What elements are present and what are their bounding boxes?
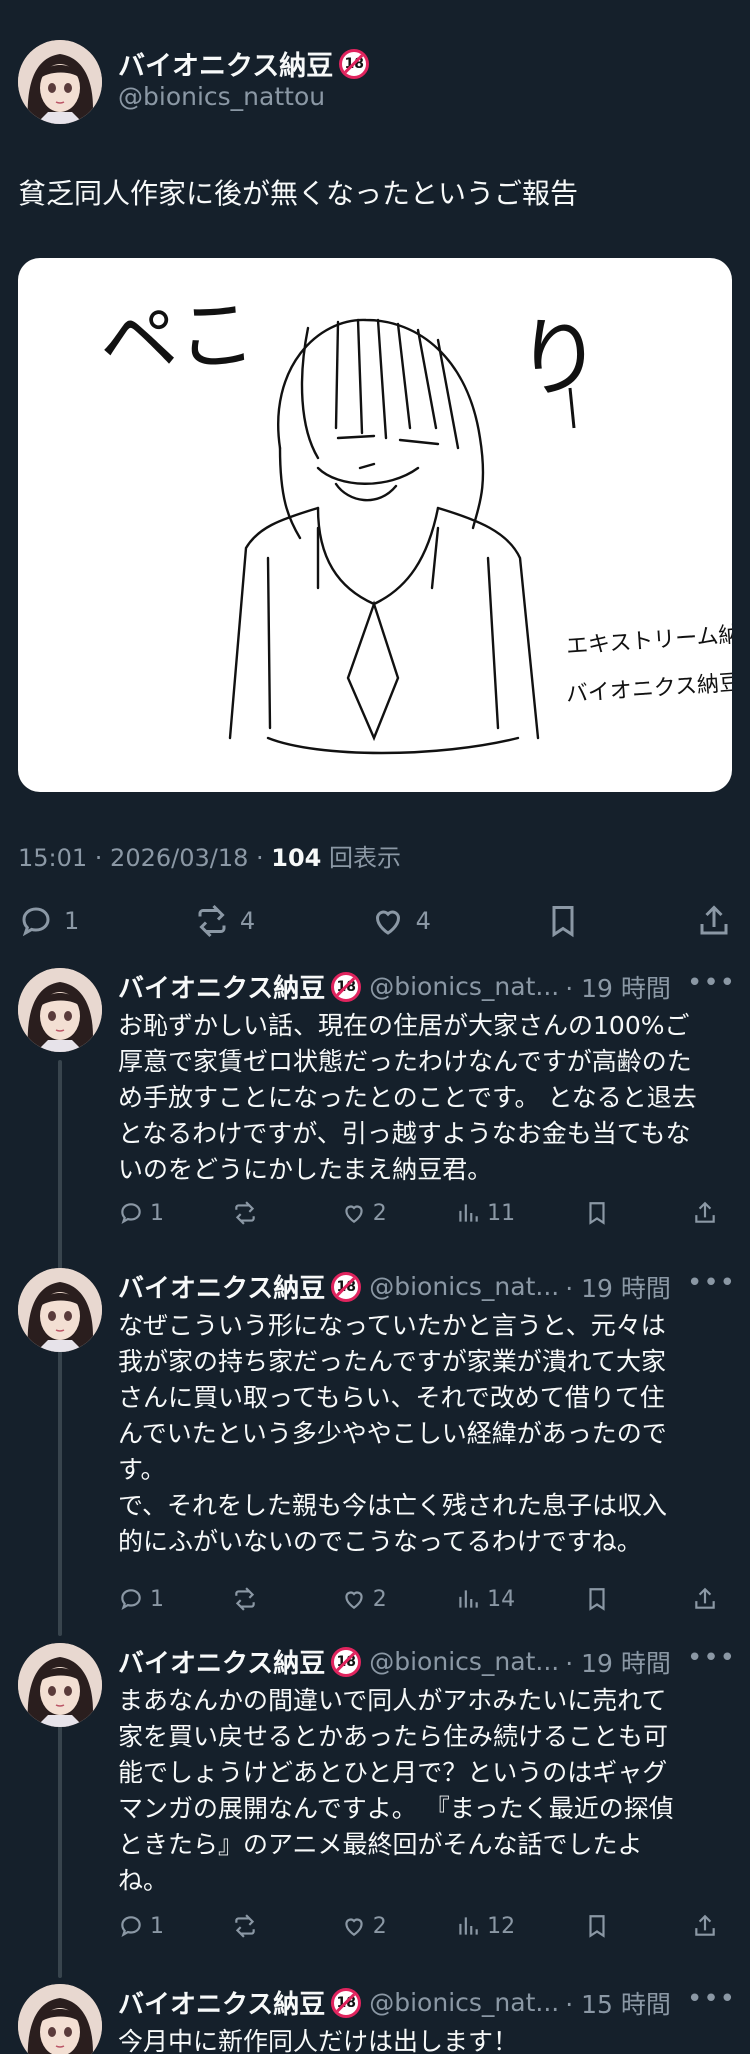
reply-time[interactable]: · 19 時間 — [565, 1644, 671, 1680]
views-icon — [459, 1204, 478, 1222]
retweet-button[interactable] — [232, 1586, 272, 1612]
share-icon — [700, 905, 728, 935]
reply-time[interactable]: · 19 時間 — [565, 969, 671, 1005]
more-options-button[interactable]: ••• — [687, 968, 736, 998]
retweet-icon — [198, 904, 226, 938]
reply-text: なぜこういう形になっていたかと言うと、元々は 我が家の持ち家だったんですが家業が… — [118, 1311, 668, 1556]
tweet-meta: 15:01 · 2026/03/18 · 104 回表示 — [18, 844, 402, 872]
reply-header: バイオニクス納豆 18 @bionics_nat... · 19 時間 — [118, 1643, 738, 1680]
retweet-icon — [235, 1587, 256, 1611]
reply-avatar[interactable] — [18, 1643, 102, 1727]
reply-button[interactable]: 1 — [118, 1586, 164, 1612]
bookmark-icon — [588, 1915, 605, 1938]
credit-line-2: バイオニクス納豆 — [565, 670, 732, 707]
adult-badge-icon: 18 — [331, 1271, 362, 1302]
retweet-icon — [235, 1914, 256, 1938]
reply-icon — [121, 1916, 141, 1938]
reply-header: バイオニクス納豆 18 @bionics_nat... · 19 時間 — [118, 968, 738, 1005]
share-icon — [695, 1587, 715, 1609]
reply-text: まあなんかの間違いで同人がアホみたいに売れて 家を買い戻せるとかあったら住み続け… — [118, 1686, 674, 1895]
reply-avatar[interactable] — [18, 968, 102, 1052]
share-icon — [695, 1201, 715, 1223]
bookmark-icon — [552, 906, 574, 938]
bookmark-button[interactable] — [584, 1200, 624, 1226]
reply-actions: 1 2 14 — [118, 1586, 732, 1612]
reply-header: バイオニクス納豆 18 @bionics_nat... · 15 時間 — [118, 1984, 738, 2021]
views-button[interactable]: 12 — [455, 1913, 515, 1939]
author-avatar[interactable] — [18, 40, 102, 124]
view-count: 104 — [271, 844, 322, 872]
thread-line — [58, 1712, 62, 1978]
share-button[interactable] — [692, 1200, 732, 1226]
heart-icon — [345, 1918, 363, 1936]
like-button[interactable]: 4 — [370, 903, 431, 939]
like-button[interactable]: 2 — [341, 1913, 387, 1939]
reply-text: お恥ずかしい話、現在の住居が大家さんの100%ご 厚意で家賃ゼロ状態だったわけな… — [118, 1011, 697, 1184]
reply-avatar[interactable] — [18, 1984, 102, 2054]
share-button[interactable] — [692, 1586, 732, 1612]
reply-time[interactable]: · 19 時間 — [565, 1269, 671, 1305]
bookmark-icon — [588, 1588, 605, 1611]
bookmark-button[interactable] — [545, 903, 581, 939]
reply-author-handle[interactable]: @bionics_nat... — [369, 1988, 559, 2017]
views-icon — [459, 1590, 478, 1608]
more-options-button[interactable]: ••• — [687, 1268, 736, 1298]
views-icon — [459, 1917, 478, 1935]
tweet-actions: 1 4 4 — [18, 896, 732, 946]
tweet-image[interactable]: ペこ り エキストリーム納豆 バイオニクス納豆 — [18, 258, 732, 792]
more-options-button[interactable]: ••• — [687, 1984, 736, 2014]
retweet-icon — [235, 1201, 256, 1225]
reply-icon — [121, 1589, 141, 1611]
reply-avatar[interactable] — [18, 1268, 102, 1352]
share-button[interactable] — [696, 903, 732, 939]
reply-icon — [121, 1203, 141, 1225]
reply-author-name[interactable]: バイオニクス納豆 — [118, 968, 325, 1005]
views-button[interactable]: 11 — [455, 1200, 515, 1226]
author-handle[interactable]: @bionics_nattou — [118, 82, 325, 111]
reply-author-handle[interactable]: @bionics_nat... — [369, 972, 559, 1001]
reply-time[interactable]: · 15 時間 — [565, 1985, 671, 2021]
reply-author-name[interactable]: バイオニクス納豆 — [118, 1268, 325, 1305]
like-button[interactable]: 2 — [341, 1200, 387, 1226]
reply-author-handle[interactable]: @bionics_nat... — [369, 1272, 559, 1301]
adult-badge-icon: 18 — [331, 1646, 362, 1677]
more-options-button[interactable]: ••• — [687, 1643, 736, 1673]
sfx-peko: ペこ — [97, 289, 259, 390]
reply-author-name[interactable]: バイオニクス納豆 — [118, 1643, 325, 1680]
reply-actions: 1 2 11 — [118, 1200, 732, 1226]
reply-author-handle[interactable]: @bionics_nat... — [369, 1647, 559, 1676]
retweet-button[interactable] — [232, 1913, 272, 1939]
heart-icon — [375, 910, 400, 935]
reply-icon — [22, 907, 50, 937]
reply-button[interactable]: 1 — [118, 1913, 164, 1939]
reply-text: 今月中に新作同人だけは出します！ — [118, 2027, 519, 2054]
bookmark-icon — [588, 1202, 605, 1225]
heart-icon — [345, 1591, 363, 1609]
retweet-button[interactable]: 4 — [194, 903, 255, 939]
views-button[interactable]: 14 — [455, 1586, 515, 1612]
thread-line — [58, 1060, 62, 1272]
reply-author-name[interactable]: バイオニクス納豆 — [118, 1984, 325, 2021]
reply-button[interactable]: 1 — [18, 903, 79, 939]
adult-badge-icon: 18 — [331, 1987, 362, 2018]
share-icon — [695, 1914, 715, 1936]
share-button[interactable] — [692, 1913, 732, 1939]
retweet-button[interactable] — [232, 1200, 272, 1226]
reply-header: バイオニクス納豆 18 @bionics_nat... · 19 時間 — [118, 1268, 738, 1305]
sfx-ri: り — [516, 309, 602, 409]
author-name[interactable]: バイオニクス納豆 18 — [118, 44, 370, 83]
thread-line — [58, 1336, 62, 1636]
like-button[interactable]: 2 — [341, 1586, 387, 1612]
adult-badge-icon: 18 — [331, 971, 362, 1002]
bookmark-button[interactable] — [584, 1586, 624, 1612]
reply-button[interactable]: 1 — [118, 1200, 164, 1226]
heart-icon — [345, 1205, 363, 1223]
credit-line-1: エキストリーム納豆 — [565, 621, 732, 660]
reply-actions: 1 2 12 — [118, 1913, 732, 1939]
adult-badge-icon: 18 — [339, 48, 370, 79]
bookmark-button[interactable] — [584, 1913, 624, 1939]
tweet-text: 貧乏同人作家に後が無くなったというご報告 — [18, 177, 579, 210]
